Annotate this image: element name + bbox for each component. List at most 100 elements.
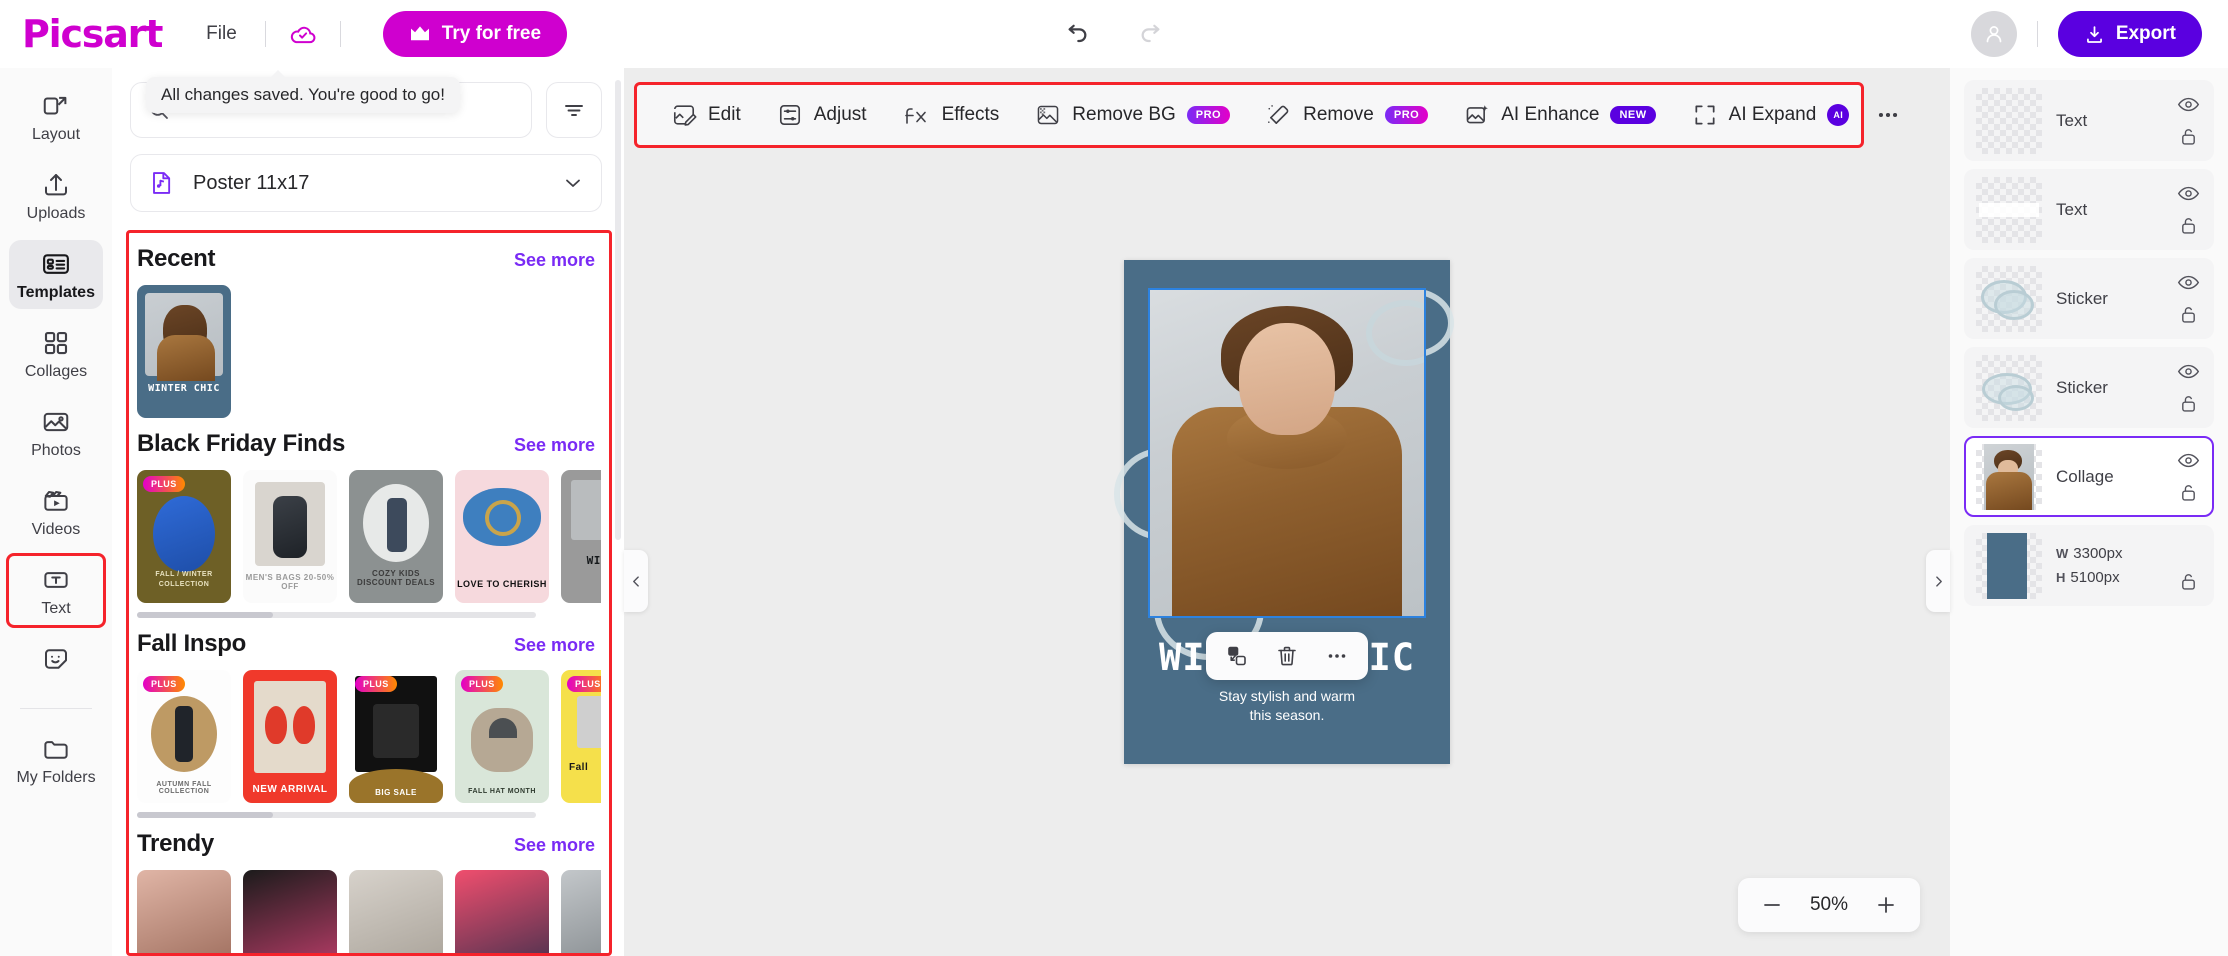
remove-label: Remove — [1303, 104, 1374, 126]
file-menu-button[interactable]: File — [198, 17, 245, 51]
sidebar-item-label: My Folders — [16, 769, 95, 787]
edit-button[interactable]: Edit — [655, 91, 757, 139]
canvas-stage[interactable]: WINTER CHIC Stay stylish and warm this s… — [624, 68, 1950, 956]
template-card[interactable] — [243, 870, 337, 956]
template-card[interactable] — [455, 870, 549, 956]
redo-arrow-icon[interactable] — [1135, 17, 1169, 51]
poster-subtitle-text[interactable]: Stay stylish and warm this season. — [1124, 687, 1450, 725]
zoom-out-button[interactable] — [1752, 885, 1792, 925]
collage-photo-layer[interactable] — [1148, 288, 1426, 618]
cloud-check-icon[interactable] — [286, 17, 320, 51]
ai-badge: AI — [1827, 104, 1849, 126]
eye-icon[interactable] — [2174, 181, 2202, 207]
delete-layer-button[interactable] — [1264, 636, 1310, 676]
filter-icon — [562, 98, 586, 122]
unlock-icon[interactable] — [2174, 391, 2202, 417]
see-more-link[interactable]: See more — [514, 835, 595, 856]
template-card[interactable]: WINTER — [561, 470, 601, 603]
see-more-link[interactable]: See more — [514, 435, 595, 456]
picsart-logo[interactable]: Picsart — [22, 15, 162, 53]
ai-expand-button[interactable]: AI Expand AI — [1676, 91, 1866, 139]
sidebar-item-text[interactable]: Text — [9, 556, 103, 625]
eye-icon[interactable] — [2174, 359, 2202, 385]
remove-bg-button[interactable]: Remove BG PRO — [1019, 91, 1246, 139]
pro-badge: PRO — [1187, 106, 1230, 124]
context-toolbar: Edit Adjust — [634, 82, 1864, 148]
layer-name: Text — [2056, 200, 2174, 220]
poster-canvas[interactable]: WINTER CHIC Stay stylish and warm this s… — [1124, 260, 1450, 764]
sidebar-item-my-folders[interactable]: My Folders — [9, 725, 103, 794]
template-card[interactable]: PLUS BIG SALE — [349, 670, 443, 803]
layer-actions — [2174, 268, 2202, 330]
unlock-icon[interactable] — [2174, 480, 2202, 506]
unlock-icon[interactable] — [2174, 302, 2202, 328]
template-card[interactable]: WINTER CHIC — [137, 285, 231, 418]
effects-button[interactable]: Effects — [887, 91, 1016, 139]
template-card[interactable]: NEW ARRIVAL — [243, 670, 337, 803]
undo-arrow-icon[interactable] — [1059, 17, 1093, 51]
eye-icon[interactable] — [2174, 448, 2202, 474]
sidebar-item-collages[interactable]: Collages — [9, 319, 103, 388]
template-card[interactable] — [137, 870, 231, 956]
sidebar-item-stickers[interactable] — [9, 635, 103, 686]
sidebar-item-videos[interactable]: Videos — [9, 477, 103, 546]
header-right-group: Export — [1971, 11, 2228, 57]
layer-row[interactable]: Text — [1964, 169, 2214, 250]
layer-row[interactable]: Sticker — [1964, 347, 2214, 428]
ai-enhance-button[interactable]: AI Enhance NEW — [1448, 91, 1671, 139]
layer-thumbnail — [1976, 533, 2042, 599]
export-button[interactable]: Export — [2058, 11, 2202, 57]
ai-expand-label: AI Expand — [1729, 104, 1817, 126]
collapse-right-panel-button[interactable] — [1926, 550, 1950, 612]
sidebar-item-uploads[interactable]: Uploads — [9, 161, 103, 230]
layer-row[interactable]: Sticker — [1964, 258, 2214, 339]
template-card[interactable] — [349, 870, 443, 956]
template-card[interactable]: PLUS FALL / WINTER COLLECTION — [137, 470, 231, 603]
zoom-in-button[interactable] — [1866, 885, 1906, 925]
photo-subject-face — [1239, 323, 1335, 435]
template-card[interactable]: PLUS AUTUMN FALL COLLECTION — [137, 670, 231, 803]
eye-icon[interactable] — [2174, 92, 2202, 118]
sidebar-item-templates[interactable]: Templates — [9, 240, 103, 309]
user-avatar-icon[interactable] — [1971, 11, 2017, 57]
duplicate-layer-button[interactable] — [1214, 636, 1260, 676]
try-for-free-button[interactable]: Try for free — [383, 11, 567, 57]
eye-icon[interactable] — [2174, 270, 2202, 296]
template-card[interactable]: LOVE TO CHERISH — [455, 470, 549, 603]
layer-row-background[interactable]: W3300px H5100px — [1964, 525, 2214, 606]
collapse-left-panel-button[interactable] — [624, 550, 648, 612]
template-card[interactable]: MEN'S BAGS 20-50% OFF — [243, 470, 337, 603]
template-card[interactable]: COZY KIDS DISCOUNT DEALS — [349, 470, 443, 603]
template-card[interactable] — [561, 870, 601, 956]
collages-grid-icon — [41, 328, 71, 358]
video-clapper-icon — [41, 486, 71, 516]
remove-button[interactable]: Remove PRO — [1250, 91, 1444, 139]
template-card[interactable]: PLUS FALL HAT MONTH — [455, 670, 549, 803]
canvas-size-value: Poster 11x17 — [193, 172, 561, 195]
see-more-link[interactable]: See more — [514, 635, 595, 656]
filter-button[interactable] — [546, 82, 602, 138]
unlock-icon[interactable] — [2174, 124, 2202, 150]
template-caption: LOVE TO CHERISH — [455, 579, 549, 589]
panel-scrollbar[interactable] — [615, 80, 621, 540]
sidebar-item-photos[interactable]: Photos — [9, 398, 103, 467]
unlock-icon[interactable] — [2174, 213, 2202, 239]
layer-thumbnail — [1976, 177, 2042, 243]
editor-body: Layout Uploads — [0, 68, 2228, 956]
layer-row-selected[interactable]: Collage — [1964, 436, 2214, 517]
template-caption: MEN'S BAGS 20-50% OFF — [243, 573, 337, 591]
poster-subtitle-line2: this season. — [1124, 706, 1450, 725]
section-title: Black Friday Finds — [137, 430, 345, 458]
toolbar-more-button[interactable] — [1875, 91, 1901, 139]
unlock-icon[interactable] — [2174, 569, 2202, 595]
see-more-link[interactable]: See more — [514, 250, 595, 271]
more-options-button[interactable] — [1314, 636, 1360, 676]
layer-row[interactable]: Text — [1964, 80, 2214, 161]
template-card[interactable]: PLUS Fall — [561, 670, 601, 803]
canvas-size-select[interactable]: Poster 11x17 — [130, 154, 602, 212]
sidebar-item-layout[interactable]: Layout — [9, 82, 103, 151]
section-header: Recent See more — [137, 245, 601, 273]
ribbon-sticker — [1366, 300, 1426, 366]
adjust-button[interactable]: Adjust — [761, 91, 883, 139]
layer-thumbnail — [1976, 88, 2042, 154]
